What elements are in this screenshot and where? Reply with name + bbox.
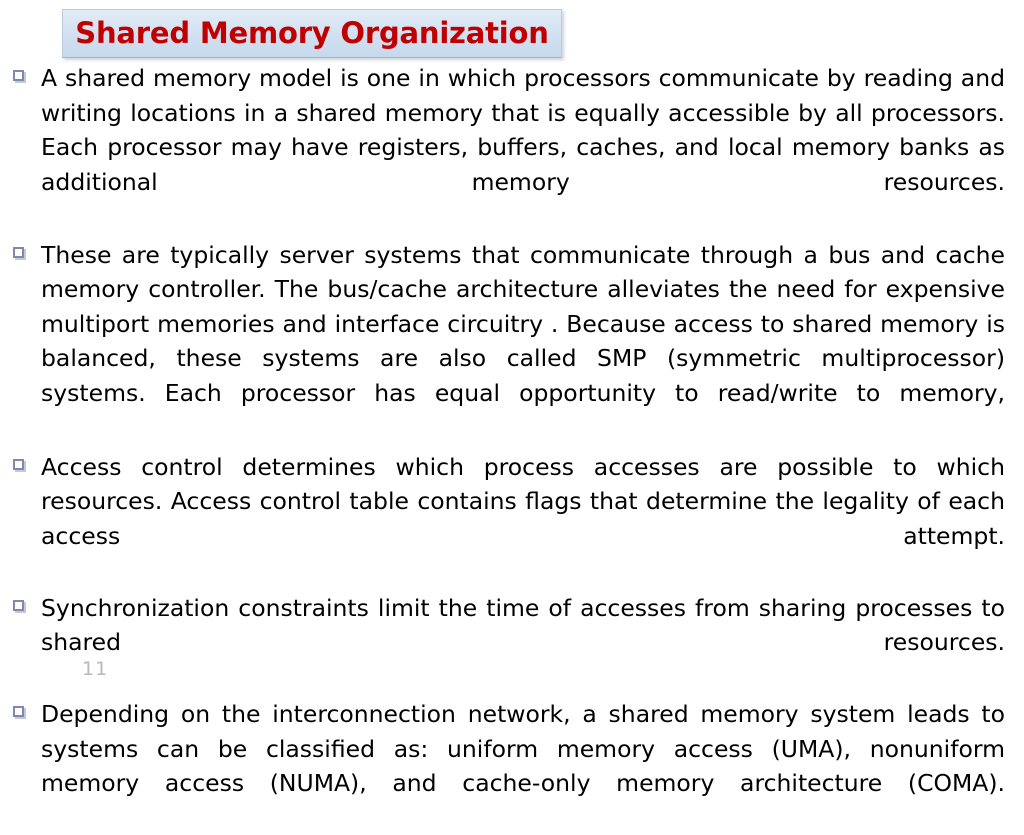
list-item: Access control determines which process … (10, 450, 1010, 588)
square-bullet-icon (13, 70, 24, 81)
list-item-text: Access control determines which process … (41, 452, 1005, 550)
page-title: Shared Memory Organization (75, 16, 549, 50)
square-bullet-icon (13, 706, 24, 717)
square-bullet-icon (13, 246, 24, 258)
list-item-text: Synchronization constraints limit the ti… (41, 593, 1005, 657)
list-item-text: These are typically server systems that … (41, 240, 1005, 407)
list-item: These are typically server systems that … (10, 238, 1010, 445)
list-item-text: Depending on the interconnection network… (41, 700, 1005, 797)
square-bullet-icon (13, 458, 24, 470)
square-bullet-icon (13, 599, 24, 611)
slide-canvas: Shared Memory Organization A shared memo… (0, 0, 1024, 797)
list-item: Synchronization constraints limit the ti… (10, 591, 1010, 695)
list-item-text: A shared memory model is one in which pr… (41, 64, 1005, 196)
list-item: Depending on the interconnection network… (10, 697, 1010, 835)
list-item: A shared memory model is one in which pr… (10, 61, 1010, 234)
slide-body: A shared memory model is one in which pr… (10, 61, 1010, 835)
slide-title-box: Shared Memory Organization (62, 9, 562, 58)
